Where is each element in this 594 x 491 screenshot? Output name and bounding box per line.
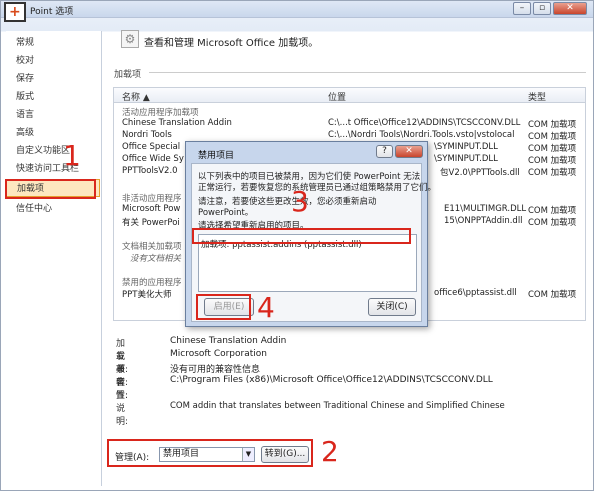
section-label: 加载项 [114,70,142,80]
row-type: COM 加载项 [528,120,577,130]
row-name: PPT美化大师 [122,290,172,300]
group-inactive: 非活动应用程序 [122,194,182,204]
annotation-number-4: 4 [257,291,275,324]
annotation-box-list-item [192,228,411,244]
dialog-close-icon[interactable]: ✕ [395,145,423,158]
row-type: COM 加载项 [528,132,577,142]
row-location: 包V2.0\PPTTools.dll [440,168,520,178]
column-header-type[interactable]: 类型 [528,90,546,103]
group-disabled: 禁用的应用程序 [122,278,182,288]
doc-empty-text: 没有文档相关 [130,254,182,264]
row-location: E11\MULTIMGR.DLL [444,204,527,214]
sidebar-item-proofing[interactable]: 校对 [6,52,100,70]
minimize-button[interactable]: – [513,2,531,15]
row-type: COM 加载项 [528,168,577,178]
row-location: C:\...t Office\Office12\ADDINS\TCSCCONV.… [328,118,521,128]
annotation-number-2: 2 [321,435,339,468]
plus-icon: + [9,4,21,20]
app-icon: + [4,2,26,22]
group-active: 活动应用程序加载项 [122,108,199,118]
sidebar-item-layout[interactable]: 版式 [6,88,100,106]
group-document: 文档相关加载项 [122,242,182,252]
row-location: \SYMINPUT.DLL [434,142,498,152]
dialog-close-button[interactable]: 关闭(C) [368,298,416,316]
detail-label: 位置: [116,378,129,401]
row-location: \SYMINPUT.DLL [434,154,498,164]
sidebar-item-general[interactable]: 常规 [6,34,100,52]
row-name: PPTToolsV2.0 [122,166,178,176]
row-name: Office Wide Sy [122,154,184,164]
detail-value: Chinese Translation Addin [170,336,287,346]
annotation-number-3: 3 [291,185,309,218]
detail-label: 说明: [116,404,129,427]
maximize-button[interactable]: ▫ [533,2,551,15]
column-header-name[interactable]: 名称 ▲ [122,90,150,103]
sidebar-item-trust-center[interactable]: 信任中心 [6,200,100,218]
row-name: Microsoft Pow [122,204,181,214]
title-bar: + Point 选项 – ▫ ✕ [1,1,593,22]
detail-value: 没有可用的兼容性信息 [170,365,261,375]
annotation-number-1: 1 [63,139,81,172]
window-title: Point 选项 [30,7,74,17]
detail-value: COM addin that translates between Tradit… [170,401,505,411]
dialog-title: 禁用项目 [198,151,235,161]
sidebar-item-quick-access[interactable]: 快速访问工具栏 [6,160,100,178]
row-type: COM 加载项 [528,206,577,216]
dialog-message-2: 正常运行，若要恢复您的系统管理员已通过组策略禁用了它们。 [198,183,437,193]
sidebar: 常规 校对 保存 版式 语言 高级 自定义功能区 快速访问工具栏 加载项 信任中… [6,31,102,486]
section-divider [149,72,586,73]
annotation-box-addins [5,179,96,199]
row-type: COM 加载项 [528,218,577,228]
column-header-location[interactable]: 位置 [328,90,346,103]
sidebar-item-save[interactable]: 保存 [6,70,100,88]
row-type: COM 加载项 [528,156,577,166]
row-location: 15\ONPPTAddin.dll [444,216,523,226]
help-button[interactable]: ? [376,145,393,158]
detail-value: Microsoft Corporation [170,349,267,359]
close-button[interactable]: ✕ [553,2,587,15]
detail-value: C:\Program Files (x86)\Microsoft Office\… [170,375,493,385]
row-name: Nordri Tools [122,130,172,140]
annotation-box-manage [107,439,313,467]
row-type: COM 加载项 [528,290,577,300]
options-window: + Point 选项 – ▫ ✕ 常规 校对 保存 版式 语言 高级 自定义功能… [0,0,594,491]
page-title: 查看和管理 Microsoft Office 加载项。 [144,38,319,49]
row-name: Chinese Translation Addin [122,118,232,128]
table-row[interactable]: Chinese Translation Addin C:\...t Office… [114,118,585,130]
sidebar-item-language[interactable]: 语言 [6,106,100,124]
row-name: 有关 PowerPoi [122,218,180,228]
annotation-box-enable [196,294,251,320]
sidebar-item-advanced[interactable]: 高级 [6,124,100,142]
row-name: Office Special [122,142,181,152]
row-type: COM 加载项 [528,144,577,154]
row-location: C:\...\Nordri Tools\Nordri.Tools.vsto|vs… [328,130,515,140]
dialog-message-4: PowerPoint。 [198,208,254,218]
addins-gear-icon: ⚙ [121,30,139,48]
table-header: 名称 ▲ 位置 类型 [114,88,585,103]
sidebar-item-customize-ribbon[interactable]: 自定义功能区 [6,142,100,160]
row-location: office6\pptassist.dll [434,288,517,298]
